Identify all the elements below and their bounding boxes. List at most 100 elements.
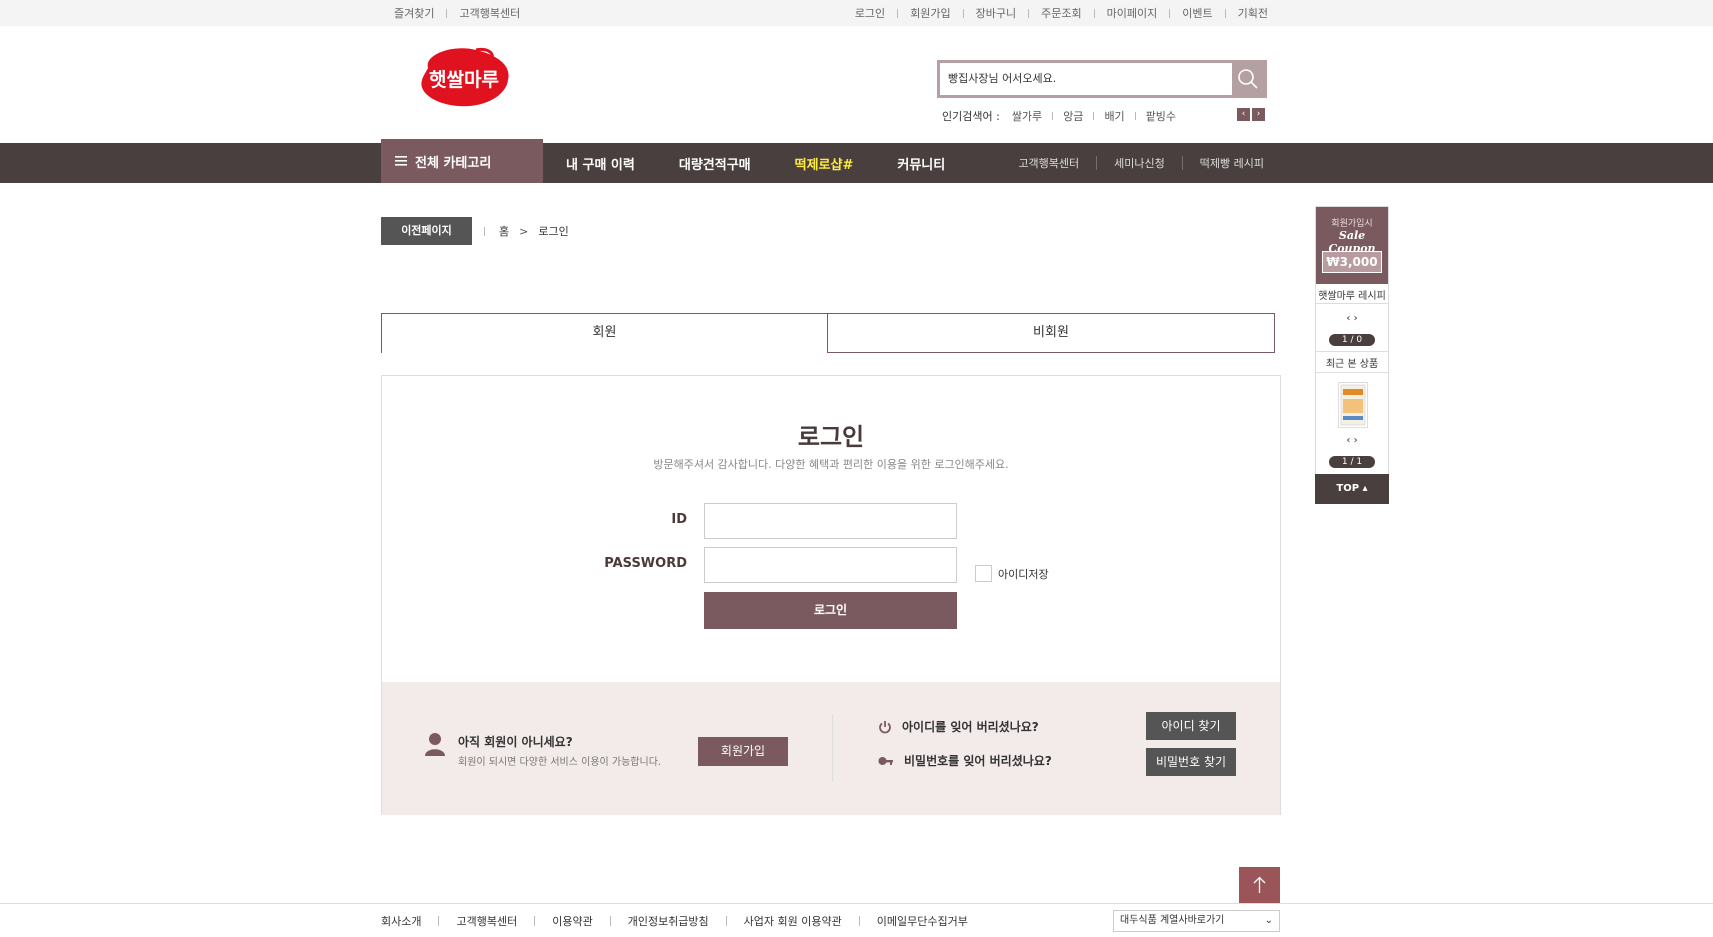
cart-link[interactable]: 장바구니 <box>976 5 1016 21</box>
breadcrumb-arrow: > <box>519 224 529 238</box>
breadcrumb: 홈 > 로그인 <box>484 217 569 245</box>
main-nav: 전체 카테고리 내 구매 이력 대량견적구매 떡제로샵# 커뮤니티 고객행복센터… <box>0 139 1713 183</box>
popular-keywords: 인기검색어 : 쌀가루 앙금 배기 팥빙수 <box>942 108 1176 124</box>
join-link[interactable]: 회원가입 <box>910 5 950 21</box>
divider <box>1316 372 1388 373</box>
divider <box>897 8 899 18</box>
divider <box>832 714 833 782</box>
id-input[interactable] <box>704 503 957 539</box>
forgot-id-text: 아이디를 잊어 버리셨나요? <box>902 720 1039 734</box>
save-id-label: 아이디저장 <box>998 567 1049 581</box>
find-password-button[interactable]: 비밀번호 찾기 <box>1146 748 1236 776</box>
breadcrumb-current: 로그인 <box>538 225 569 238</box>
nav-customer-center[interactable]: 고객행복센터 <box>1018 155 1079 171</box>
join-question: 아직 회원이 아니세요? <box>458 735 573 749</box>
divider <box>446 8 448 18</box>
divider <box>1316 303 1388 304</box>
forgot-pw-row: 비밀번호를 잊어 버리셨나요? <box>878 752 1052 769</box>
divider <box>858 915 860 926</box>
popular-label: 인기검색어 : <box>942 110 1000 123</box>
find-id-button[interactable]: 아이디 찾기 <box>1146 712 1236 740</box>
login-button[interactable]: 로그인 <box>704 592 957 629</box>
divider <box>1093 8 1095 18</box>
mypage-link[interactable]: 마이페이지 <box>1107 5 1158 21</box>
header: 햇쌀마루 빵집사장님 어서오세요. 인기검색어 : 쌀가루 앙금 배기 팥빙수 … <box>0 26 1713 143</box>
top-button[interactable]: TOP ▴ <box>1315 474 1389 504</box>
svg-text:햇쌀마루: 햇쌀마루 <box>429 69 499 91</box>
nav-recipe[interactable]: 떡제빵 레시피 <box>1200 155 1264 171</box>
bookmark-link[interactable]: 즐겨찾기 <box>394 5 434 21</box>
promotion-link[interactable]: 기획전 <box>1238 5 1268 21</box>
order-lookup-link[interactable]: 주문조회 <box>1041 5 1081 21</box>
nav-purchase-history[interactable]: 내 구매 이력 <box>566 154 635 173</box>
footer-business-terms[interactable]: 사업자 회원 이용약관 <box>744 913 842 929</box>
footer-links: 회사소개 고객행복센터 이용약관 개인정보취급방침 사업자 회원 이용약관 이메… <box>381 904 968 937</box>
divider <box>1134 112 1136 120</box>
prev-arrow-icon[interactable]: ‹ <box>1237 108 1250 121</box>
topbar-right-links: 로그인 회원가입 장바구니 주문조회 마이페이지 이벤트 기획전 <box>855 0 1268 26</box>
coupon-line1: 회원가입시 <box>1331 219 1373 229</box>
menu-icon <box>395 156 407 166</box>
popular-keyword[interactable]: 배기 <box>1104 108 1124 124</box>
join-button[interactable]: 회원가입 <box>698 737 788 766</box>
breadcrumb-home[interactable]: 홈 <box>499 223 509 239</box>
recipe-pager: 1 / 0 <box>1329 334 1375 346</box>
search-input[interactable]: 빵집사장님 어서오세요. <box>948 63 1056 95</box>
footer-privacy[interactable]: 개인정보취급방침 <box>628 913 709 929</box>
customer-center-link[interactable]: 고객행복센터 <box>459 5 520 21</box>
all-category-button[interactable]: 전체 카테고리 <box>381 139 543 183</box>
arrow-up-icon <box>1253 876 1266 893</box>
power-icon <box>879 720 891 733</box>
recent-title: 최근 본 상품 <box>1325 359 1379 370</box>
search-icon <box>1238 69 1258 89</box>
divider <box>1096 156 1098 170</box>
divider <box>609 915 611 926</box>
next-arrow-icon[interactable]: › <box>1252 108 1265 121</box>
login-tabs: 회원 비회원 <box>381 313 1275 353</box>
password-label: PASSWORD <box>604 556 687 571</box>
nav-community[interactable]: 커뮤니티 <box>897 154 945 173</box>
product-image <box>1340 384 1366 426</box>
footer-terms[interactable]: 이용약관 <box>552 913 592 929</box>
person-icon <box>425 733 445 756</box>
footer-customer-center[interactable]: 고객행복센터 <box>456 913 517 929</box>
divider <box>1028 8 1030 18</box>
signup-coupon-banner[interactable]: 회원가입시 Sale Coupon ₩3,000 <box>1316 207 1388 284</box>
search-button[interactable] <box>1232 63 1264 95</box>
save-id-option: 아이디저장 <box>975 565 1049 582</box>
footer-email-refusal[interactable]: 이메일무단수집거부 <box>877 913 968 929</box>
divider <box>484 226 485 236</box>
popular-keyword[interactable]: 쌀가루 <box>1012 108 1042 124</box>
login-help-area: 아직 회원이 아니세요? 회원이 되시면 다양한 서비스 이용이 가능합니다. … <box>382 682 1280 815</box>
recent-arrows[interactable]: ‹ › <box>1316 435 1388 446</box>
popular-keyword[interactable]: 앙금 <box>1063 108 1083 124</box>
login-title: 로그인 <box>797 423 865 451</box>
nav-tteok-zero-shop[interactable]: 떡제로샵# <box>795 154 854 173</box>
quick-menu: 회원가입시 Sale Coupon ₩3,000 햇쌀마루 레시피 ‹ › 1 … <box>1315 206 1389 504</box>
forgot-id-row: 아이디를 잊어 버리셨나요? <box>878 718 1039 735</box>
popular-pager: ‹ › <box>1237 108 1265 121</box>
tab-member[interactable]: 회원 <box>381 313 828 353</box>
prev-page-button[interactable]: 이전페이지 <box>381 217 472 245</box>
save-id-checkbox[interactable] <box>975 565 992 582</box>
family-site-label: 대두식품 계열사바로가기 <box>1120 915 1225 926</box>
divider <box>534 915 536 926</box>
login-link[interactable]: 로그인 <box>855 5 885 21</box>
recipe-arrows[interactable]: ‹ › <box>1316 313 1388 324</box>
family-site-select[interactable]: 대두식품 계열사바로가기 ⌄ <box>1113 910 1280 932</box>
nav-seminar[interactable]: 세미나신청 <box>1114 155 1165 171</box>
footer-company[interactable]: 회사소개 <box>381 913 421 929</box>
nav-bulk-quote[interactable]: 대량견적구매 <box>679 154 751 173</box>
recent-product-thumbnail[interactable] <box>1338 382 1368 428</box>
key-icon <box>878 756 893 765</box>
tab-guest[interactable]: 비회원 <box>828 313 1275 353</box>
divider <box>1316 351 1388 352</box>
login-subtitle: 방문해주셔서 감사합니다. 다양한 혜택과 편리한 이용을 위한 로그인해주세요… <box>653 458 1009 471</box>
forgot-pw-text: 비밀번호를 잊어 버리셨나요? <box>904 754 1052 768</box>
scroll-up-button[interactable] <box>1239 867 1280 903</box>
popular-keyword[interactable]: 팥빙수 <box>1146 108 1176 124</box>
event-link[interactable]: 이벤트 <box>1182 5 1212 21</box>
password-input[interactable] <box>704 547 957 583</box>
brand-logo[interactable]: 햇쌀마루 <box>414 46 514 110</box>
divider <box>725 915 727 926</box>
